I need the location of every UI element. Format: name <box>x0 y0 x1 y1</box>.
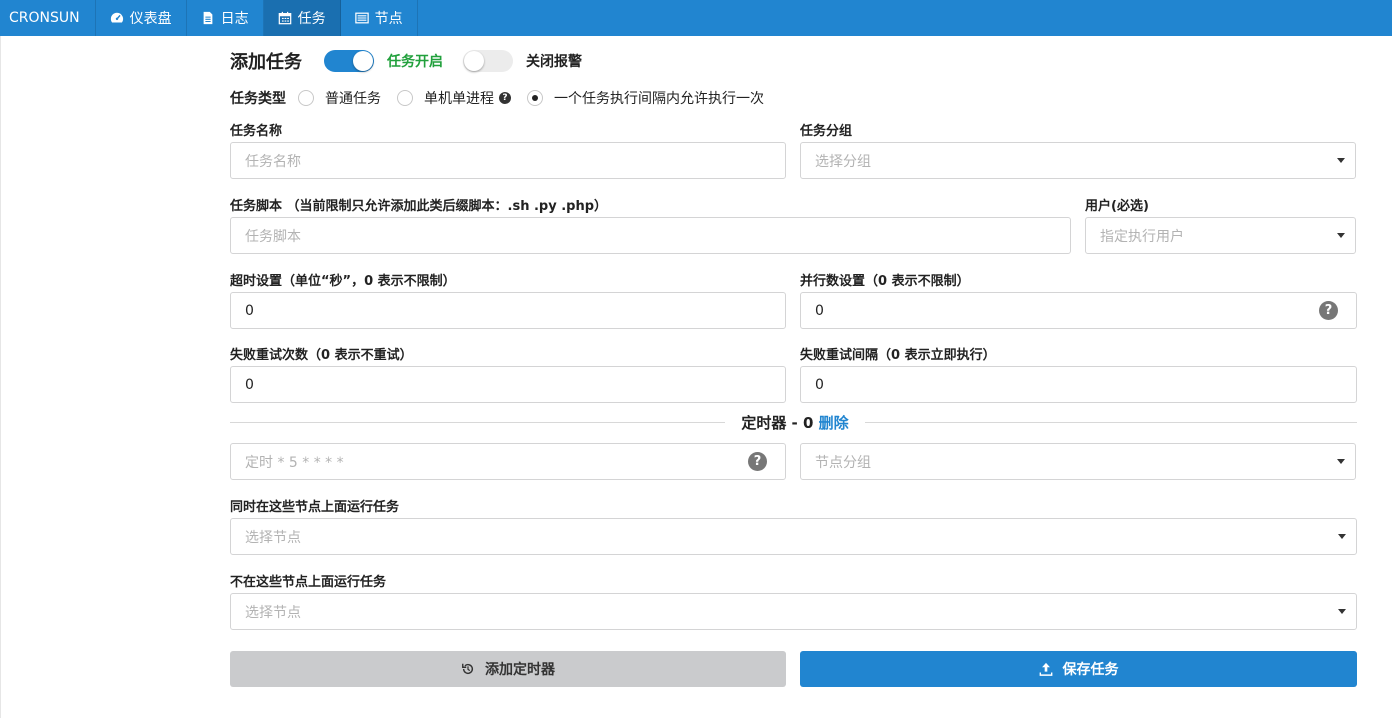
brand-label: CRONSUN <box>9 10 80 26</box>
dashboard-icon <box>110 11 124 25</box>
job-group-label: 任务分组 <box>800 124 853 139</box>
node-group-select[interactable]: 节点分组 <box>800 443 1356 480</box>
select-placeholder: 选择分组 <box>815 153 871 170</box>
radio-circle[interactable] <box>298 90 314 106</box>
job-script-input[interactable]: 任务脚本 <box>230 217 1071 254</box>
select-placeholder: 指定执行用户 <box>1100 228 1184 245</box>
nav-item-jobs[interactable]: 任务 <box>263 0 341 36</box>
radio-label: 单机单进程 <box>424 91 494 107</box>
timer-heading-text: 定时器 - 0 <box>741 414 819 432</box>
job-script-label: 任务脚本 （当前限制只允许添加此类后缀脚本：.sh .py .php） <box>230 199 608 214</box>
retry-label: 失败重试次数（0 表示不重试） <box>230 348 413 363</box>
radio-label: 一个任务执行间隔内允许执行一次 <box>554 91 764 107</box>
input-placeholder: 定时 * 5 * * * * <box>245 454 344 471</box>
nav-item-label: 任务 <box>297 11 326 27</box>
history-icon <box>462 663 474 675</box>
timer-heading: 定时器 - 0 删除 <box>725 412 865 433</box>
timer-spec-input[interactable]: 定时 * 5 * * * * ? <box>230 443 786 480</box>
question-circle-icon[interactable]: ? <box>499 92 511 104</box>
job-name-label: 任务名称 <box>230 124 283 139</box>
question-circle-icon[interactable]: ? <box>748 452 767 471</box>
job-group-select[interactable]: 选择分组 <box>800 142 1356 179</box>
alarm-toggle[interactable] <box>463 50 513 72</box>
nav-item-nodes[interactable]: 节点 <box>341 0 418 36</box>
input-value: 0 <box>815 376 824 393</box>
exclude-nodes-select[interactable]: 选择节点 <box>230 593 1357 630</box>
question-circle-icon[interactable]: ? <box>1319 301 1338 320</box>
input-placeholder: 任务脚本 <box>245 228 301 245</box>
job-type-radio-once-per-interval[interactable]: 一个任务执行间隔内允许执行一次 <box>527 88 764 108</box>
input-placeholder: 任务名称 <box>245 153 301 170</box>
save-job-button[interactable]: 保存任务 <box>800 651 1357 687</box>
nav-item-logs[interactable]: 日志 <box>187 0 264 36</box>
parallels-label: 并行数设置（0 表示不限制） <box>800 274 970 289</box>
chevron-down-icon <box>1337 459 1345 464</box>
chevron-down-icon <box>1337 233 1345 238</box>
top-navbar: CRONSUN 仪表盘 日志 任务 节点 <box>0 0 1392 36</box>
save-job-button-label: 保存任务 <box>1062 662 1119 678</box>
alarm-label: 关闭报警 <box>526 54 582 70</box>
calendar-icon <box>278 11 292 25</box>
timeout-input[interactable]: 0 <box>230 292 786 329</box>
left-border <box>0 36 1 718</box>
job-type-radio-single-process[interactable]: 单机单进程 ? <box>397 88 511 108</box>
nav-item-label: 节点 <box>374 11 403 27</box>
radio-circle[interactable] <box>397 90 413 106</box>
job-name-input[interactable]: 任务名称 <box>230 142 786 179</box>
radio-label: 普通任务 <box>325 91 381 107</box>
select-placeholder: 选择节点 <box>245 529 301 546</box>
nav-item-label: 仪表盘 <box>129 11 172 27</box>
job-enabled-label: 任务开启 <box>387 54 443 70</box>
exclude-nodes-label: 不在这些节点上面运行任务 <box>230 575 387 590</box>
chevron-down-icon <box>1338 534 1346 539</box>
toggle-knob <box>464 51 484 71</box>
server-icon <box>354 11 369 25</box>
nav-item-dashboard[interactable]: 仪表盘 <box>96 0 187 36</box>
chevron-down-icon <box>1338 609 1346 614</box>
brand-link[interactable]: CRONSUN <box>0 0 96 36</box>
job-type-row: 任务类型 普通任务 单机单进程 ? 一个任务执行间隔内允许执行一次 <box>230 88 780 108</box>
toggle-knob <box>353 51 373 71</box>
job-type-label: 任务类型 <box>230 91 286 107</box>
add-timer-button-label: 添加定时器 <box>485 662 555 678</box>
delete-timer-link[interactable]: 删除 <box>819 414 849 432</box>
retry-input[interactable]: 0 <box>230 366 786 403</box>
include-nodes-label: 同时在这些节点上面运行任务 <box>230 500 400 515</box>
page-title: 添加任务 <box>230 52 302 73</box>
select-placeholder: 节点分组 <box>815 454 871 471</box>
file-text-icon <box>201 11 215 25</box>
retry-interval-input[interactable]: 0 <box>800 366 1357 403</box>
job-enabled-toggle[interactable] <box>324 50 374 72</box>
select-placeholder: 选择节点 <box>245 604 301 621</box>
add-timer-button[interactable]: 添加定时器 <box>230 651 786 687</box>
form-header: 添加任务 任务开启 关闭报警 <box>230 48 582 74</box>
timeout-label: 超时设置（单位“秒”，0 表示不限制） <box>230 274 456 289</box>
radio-circle[interactable] <box>527 90 543 106</box>
user-label: 用户(必选) <box>1085 199 1149 214</box>
retry-interval-label: 失败重试间隔（0 表示立即执行） <box>800 348 996 363</box>
parallels-input[interactable]: 0 ? <box>800 292 1357 329</box>
input-value: 0 <box>245 376 254 393</box>
upload-icon <box>1039 662 1052 676</box>
user-select[interactable]: 指定执行用户 <box>1085 217 1356 254</box>
nav-item-label: 日志 <box>220 11 249 27</box>
include-nodes-select[interactable]: 选择节点 <box>230 518 1357 555</box>
chevron-down-icon <box>1337 158 1345 163</box>
input-value: 0 <box>245 302 254 319</box>
job-type-radio-normal[interactable]: 普通任务 <box>298 88 381 108</box>
input-value: 0 <box>815 302 824 319</box>
